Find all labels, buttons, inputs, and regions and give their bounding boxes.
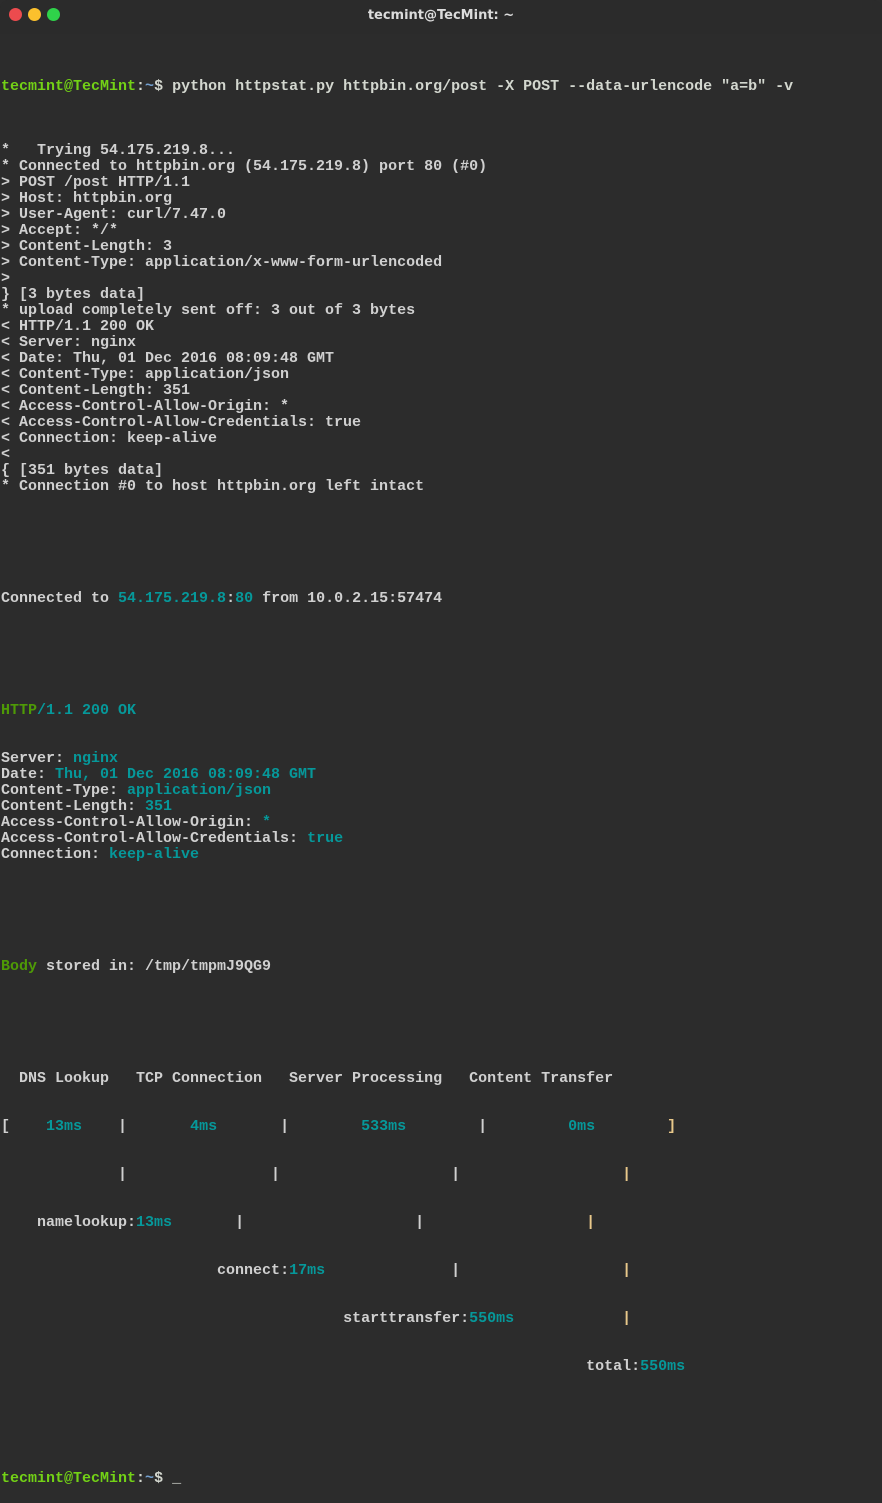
tcp-time: 4ms [190,1118,218,1135]
verbose-line: < Content-Length: 351 [1,382,191,399]
cursor: _ [172,1470,182,1487]
prompt-path: ~ [145,78,155,95]
remote-ip: 54.175.219.8 [118,590,227,607]
verbose-line: < Date: Thu, 01 Dec 2016 08:09:48 GMT [1,350,335,367]
header-key: Content-Type: [1,782,128,799]
verbose-line: > Accept: */* [1,222,119,239]
dns-time: 13ms [46,1118,83,1135]
verbose-line: > POST /post HTTP/1.1 [1,174,191,191]
response-header: Date: Thu, 01 Dec 2016 08:09:48 GMT [1,767,882,783]
verbose-line: * Connection #0 to host httpbin.org left… [1,478,425,495]
total-time: 550ms [640,1358,686,1375]
verbose-line: < Server: nginx [1,334,137,351]
starttransfer-time: 550ms [469,1310,515,1327]
transfer-time: 0ms [568,1118,596,1135]
response-header: Access-Control-Allow-Credentials: true [1,831,882,847]
verbose-line: * Trying 54.175.219.8... [1,142,236,159]
prompt-user-host: tecmint@TecMint [1,78,137,95]
connection-line: Connected to 54.175.219.8:80 from 10.0.2… [1,590,443,607]
verbose-line: < HTTP/1.1 200 OK [1,318,155,335]
final-prompt[interactable]: tecmint@TecMint:~$ _ [1,1471,882,1487]
verbose-line: > Content-Type: application/x-www-form-u… [1,254,443,271]
command-line: tecmint@TecMint:~$ python httpstat.py ht… [1,78,794,95]
verbose-line: > [1,270,11,287]
response-header: Content-Type: application/json [1,783,882,799]
response-header: Connection: keep-alive [1,847,882,863]
status-line: HTTP/1.1 200 OK [1,702,137,719]
local-address: 10.0.2.15:57474 [307,590,443,607]
verbose-line: { [351 bytes data] [1,462,164,479]
verbose-line: * upload completely sent off: 3 out of 3… [1,302,416,319]
verbose-line: > Host: httpbin.org [1,190,173,207]
body-line: Body stored in: /tmp/tmpmJ9QG9 [1,958,272,975]
header-value: 351 [145,798,173,815]
verbose-line: * Connected to httpbin.org (54.175.219.8… [1,158,488,175]
connect-time: 17ms [289,1262,326,1279]
header-value: keep-alive [109,846,200,863]
body-path: stored in: /tmp/tmpmJ9QG9 [37,958,272,975]
header-value: nginx [73,750,119,767]
verbose-line: < Connection: keep-alive [1,430,218,447]
window-titlebar: tecmint@TecMint: ~ [0,0,882,34]
window-title: tecmint@TecMint: ~ [367,8,515,23]
response-header: Access-Control-Allow-Origin: * [1,815,882,831]
verbose-line: } [3 bytes data] [1,286,146,303]
header-value: * [262,814,272,831]
server-time: 533ms [361,1118,407,1135]
header-key: Access-Control-Allow-Credentials: [1,830,308,847]
header-key: Server: [1,750,74,767]
header-key: Date: [1,766,56,783]
verbose-line: > User-Agent: curl/7.47.0 [1,206,227,223]
timing-header: DNS Lookup TCP Connection Server Process… [1,1070,614,1087]
header-key: Connection: [1,846,110,863]
verbose-line: < Access-Control-Allow-Origin: * [1,398,290,415]
http-status: /1.1 200 OK [37,702,137,719]
command-text: python httpstat.py httpbin.org/post -X P… [163,78,794,95]
remote-port: 80 [235,590,254,607]
verbose-line: < Access-Control-Allow-Credentials: true [1,414,362,431]
verbose-output: * Trying 54.175.219.8... * Connected to h… [1,143,882,495]
verbose-line: < [1,446,11,463]
terminal-output[interactable]: tecmint@TecMint:~$ python httpstat.py ht… [1,47,882,1503]
header-value: Thu, 01 Dec 2016 08:09:48 GMT [55,766,317,783]
header-key: Access-Control-Allow-Origin: [1,814,263,831]
verbose-line: < Content-Type: application/json [1,366,290,383]
header-value: true [307,830,344,847]
response-headers: Server: nginx Date: Thu, 01 Dec 2016 08:0… [1,751,882,863]
response-header: Content-Length: 351 [1,799,882,815]
header-value: application/json [127,782,272,799]
timing-values: [ 13ms | 4ms | 533ms | 0ms ] [1,1118,677,1135]
response-header: Server: nginx [1,751,882,767]
namelookup-time: 13ms [136,1214,173,1231]
header-key: Content-Length: [1,798,146,815]
verbose-line: > Content-Length: 3 [1,238,173,255]
